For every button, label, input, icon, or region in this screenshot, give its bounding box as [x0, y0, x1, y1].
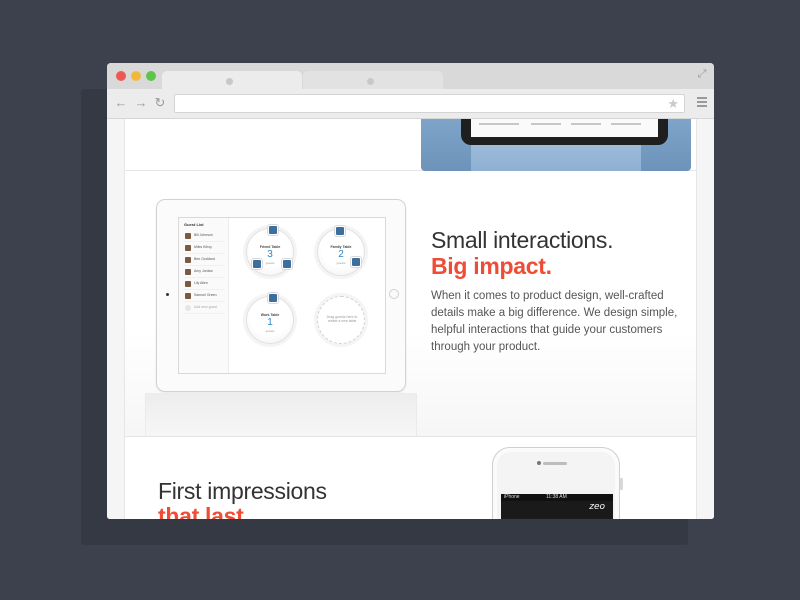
menu-icon[interactable] — [697, 97, 707, 108]
add-guest-item: Add new guest — [183, 304, 225, 314]
new-table-dropzone: Drag guests here to create a new table — [317, 296, 365, 344]
browser-tab-active[interactable] — [162, 71, 302, 91]
hero-section-bottom — [125, 119, 696, 171]
table-circle-work: Work Table 1 guests — [246, 293, 294, 344]
close-window-button[interactable] — [116, 71, 126, 81]
avatar — [185, 257, 191, 263]
avatar — [185, 233, 191, 239]
status-bar: iPhone 11:38 AM — [501, 494, 613, 501]
ipad-reflection — [145, 393, 417, 437]
volume-button — [620, 478, 623, 490]
speaker-icon — [543, 462, 567, 465]
address-bar[interactable]: ★ — [174, 94, 685, 113]
iphone-screen: iPhone 11:38 AM zeo — [501, 494, 613, 519]
avatar — [185, 293, 191, 299]
section-body-text: When it comes to product design, well-cr… — [431, 290, 678, 353]
list-item: Amy Jordan — [183, 268, 225, 278]
avatar — [185, 269, 191, 275]
ipad-screen: Guest List Bill Johnson Miles Kilroy Ben… — [178, 217, 386, 374]
web-page: Guest List Bill Johnson Miles Kilroy Ben… — [124, 119, 697, 519]
list-item: Ben Goddard — [183, 256, 225, 266]
list-item: Samuel Green — [183, 292, 225, 302]
list-item: Bill Johnson — [183, 232, 225, 242]
fullscreen-icon[interactable]: ⤢ — [696, 68, 708, 80]
browser-tab[interactable] — [303, 71, 443, 91]
page-viewport[interactable]: Guest List Bill Johnson Miles Kilroy Ben… — [107, 119, 714, 519]
section-heading-accent: Big impact. — [431, 253, 552, 279]
home-button-icon — [389, 289, 399, 299]
avatar — [185, 245, 191, 251]
tablet-screen — [471, 119, 658, 137]
tab-favicon-icon — [367, 78, 374, 85]
reload-icon[interactable]: ↻ — [153, 96, 167, 110]
page-gutter-right — [697, 119, 714, 519]
section-heading-accent: that last. — [158, 503, 250, 519]
interactions-section: Guest List Bill Johnson Miles Kilroy Ben… — [125, 171, 696, 437]
section-heading: Small interactions. — [431, 227, 614, 253]
iphone-mockup: iPhone 11:38 AM zeo — [492, 447, 623, 519]
tab-favicon-icon — [226, 78, 233, 85]
forward-arrow-icon[interactable]: → — [134, 96, 148, 110]
add-icon — [185, 305, 191, 311]
table-circle-family: Family Table 2 guests — [317, 226, 365, 276]
zoom-window-button[interactable] — [146, 71, 156, 81]
tablet-image — [461, 119, 668, 145]
camera-icon — [166, 293, 169, 296]
section-heading: First impressions — [158, 478, 327, 504]
ipad-mockup: Guest List Bill Johnson Miles Kilroy Ben… — [156, 199, 406, 392]
page-gutter-left — [107, 119, 124, 519]
bookmark-star-icon[interactable]: ★ — [667, 96, 679, 112]
person-holding-tablet-image — [421, 119, 691, 171]
browser-toolbar: ← → ↻ ★ — [107, 89, 714, 119]
table-circle-friend: Friend Table 3 guests — [246, 225, 294, 276]
minimize-window-button[interactable] — [131, 71, 141, 81]
guest-list-title: Guest List — [184, 222, 204, 227]
back-arrow-icon[interactable]: ← — [114, 96, 128, 110]
impressions-section: First impressions that last. iPhone 11:3… — [125, 437, 696, 519]
app-logo: zeo — [589, 502, 605, 512]
list-item: Miles Kilroy — [183, 244, 225, 254]
camera-icon — [537, 461, 541, 465]
avatar — [185, 281, 191, 287]
guest-list-panel: Guest List Bill Johnson Miles Kilroy Ben… — [179, 218, 229, 373]
title-bar: ⤢ — [107, 63, 714, 91]
browser-window: ⤢ ← → ↻ ★ Guest List Bill Johnson Miles … — [107, 63, 714, 519]
list-item: Lily Allen — [183, 280, 225, 290]
